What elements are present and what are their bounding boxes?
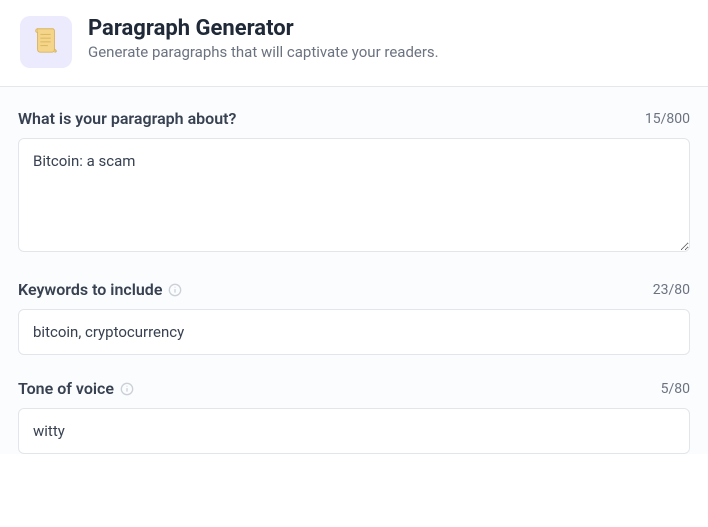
app-icon-box	[20, 16, 72, 68]
tone-label-text: Tone of voice	[18, 379, 114, 398]
app-header: Paragraph Generator Generate paragraphs …	[0, 0, 708, 87]
about-counter: 15/800	[645, 111, 690, 127]
field-keywords: Keywords to include 23/80	[18, 280, 690, 355]
tone-counter: 5/80	[661, 381, 690, 397]
keywords-label-text: Keywords to include	[18, 280, 162, 299]
field-about: What is your paragraph about? 15/800 Bit…	[18, 109, 690, 256]
about-label: What is your paragraph about?	[18, 109, 236, 128]
about-input[interactable]: Bitcoin: a scam	[18, 138, 690, 252]
header-text: Paragraph Generator Generate paragraphs …	[88, 16, 439, 61]
tone-input[interactable]	[18, 408, 690, 454]
keywords-input[interactable]	[18, 309, 690, 355]
field-tone-header: Tone of voice 5/80	[18, 379, 690, 398]
info-icon[interactable]	[120, 382, 134, 396]
field-tone: Tone of voice 5/80	[18, 379, 690, 454]
info-icon[interactable]	[168, 283, 182, 297]
page-title: Paragraph Generator	[88, 16, 439, 41]
field-keywords-header: Keywords to include 23/80	[18, 280, 690, 299]
field-about-header: What is your paragraph about? 15/800	[18, 109, 690, 128]
form-container: What is your paragraph about? 15/800 Bit…	[0, 87, 708, 454]
tone-label: Tone of voice	[18, 379, 134, 398]
scroll-icon	[31, 25, 61, 59]
keywords-label: Keywords to include	[18, 280, 182, 299]
keywords-counter: 23/80	[653, 282, 690, 298]
page-subtitle: Generate paragraphs that will captivate …	[88, 43, 439, 61]
